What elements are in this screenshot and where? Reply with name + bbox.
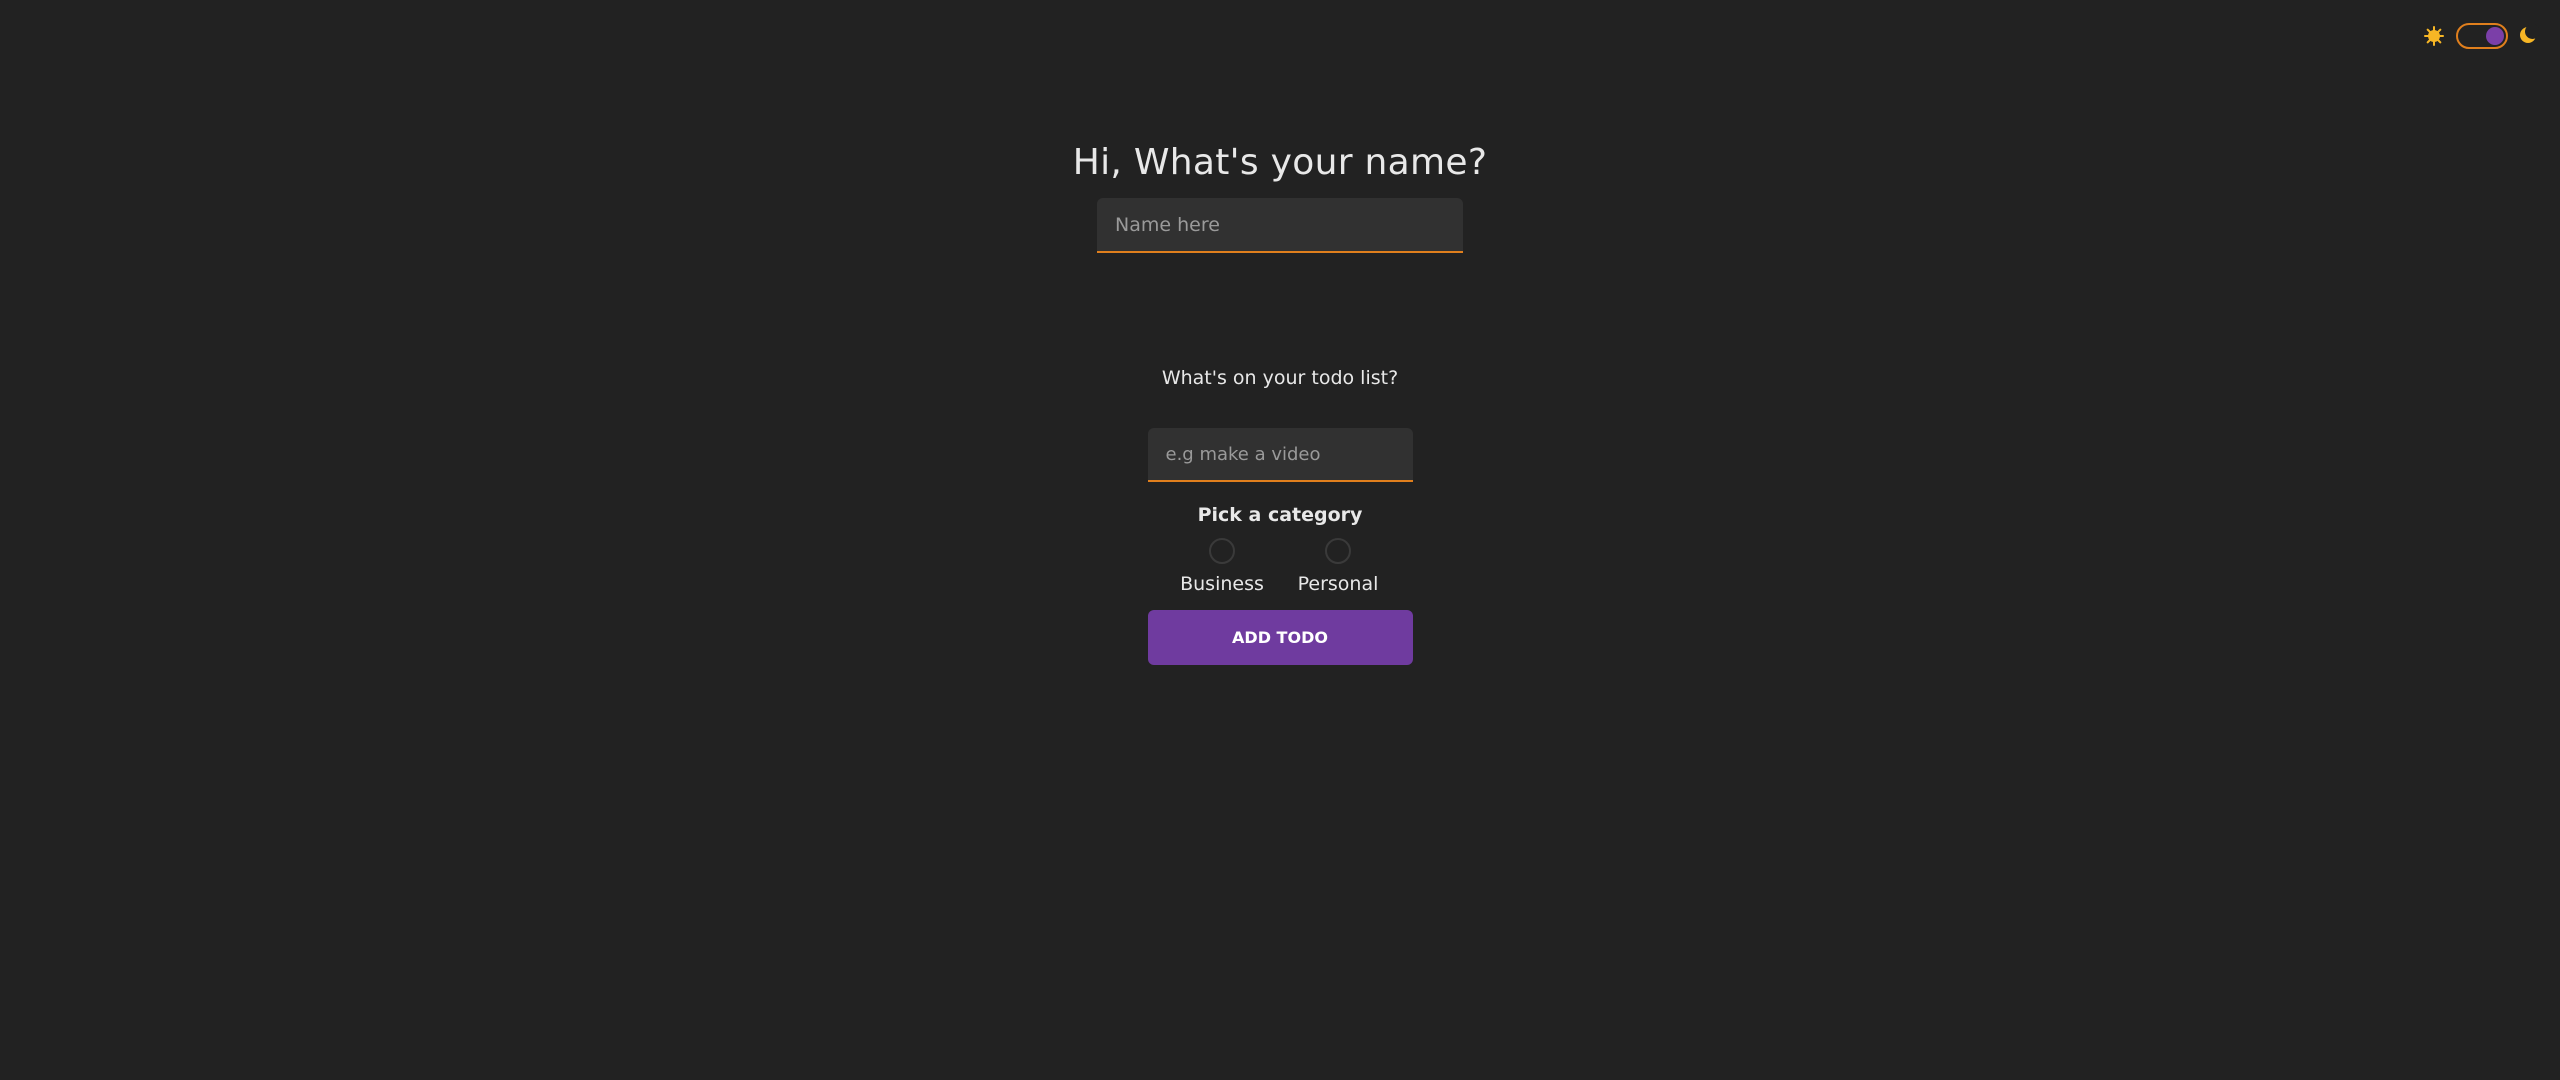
moon-icon: [2520, 24, 2540, 45]
business-label: Business: [1180, 573, 1264, 595]
category-option-personal[interactable]: Personal: [1298, 538, 1378, 596]
name-input[interactable]: [1097, 198, 1463, 253]
theme-switch[interactable]: [2456, 23, 2508, 49]
sun-icon: [2424, 26, 2444, 46]
category-option-business[interactable]: Business: [1180, 538, 1264, 596]
personal-radio[interactable]: [1325, 538, 1351, 564]
todo-question: What's on your todo list?: [1161, 367, 1399, 389]
business-radio[interactable]: [1209, 538, 1235, 564]
category-label: Pick a category: [1197, 504, 1363, 526]
add-todo-button[interactable]: ADD TODO: [1147, 610, 1413, 665]
greeting-section: Hi, What's your name?: [0, 140, 2560, 253]
create-todo-section: What's on your todo list? Pick a categor…: [0, 364, 2560, 665]
category-options: Business Personal: [1180, 538, 1378, 596]
theme-toggle: [2424, 21, 2540, 51]
personal-label: Personal: [1297, 573, 1379, 595]
theme-switch-knob: [2486, 27, 2504, 45]
app-page: Hi, What's your name? What's on your tod…: [0, 0, 2560, 1080]
greeting-title: Hi, What's your name?: [1072, 142, 1488, 183]
todo-input[interactable]: [1147, 428, 1413, 482]
